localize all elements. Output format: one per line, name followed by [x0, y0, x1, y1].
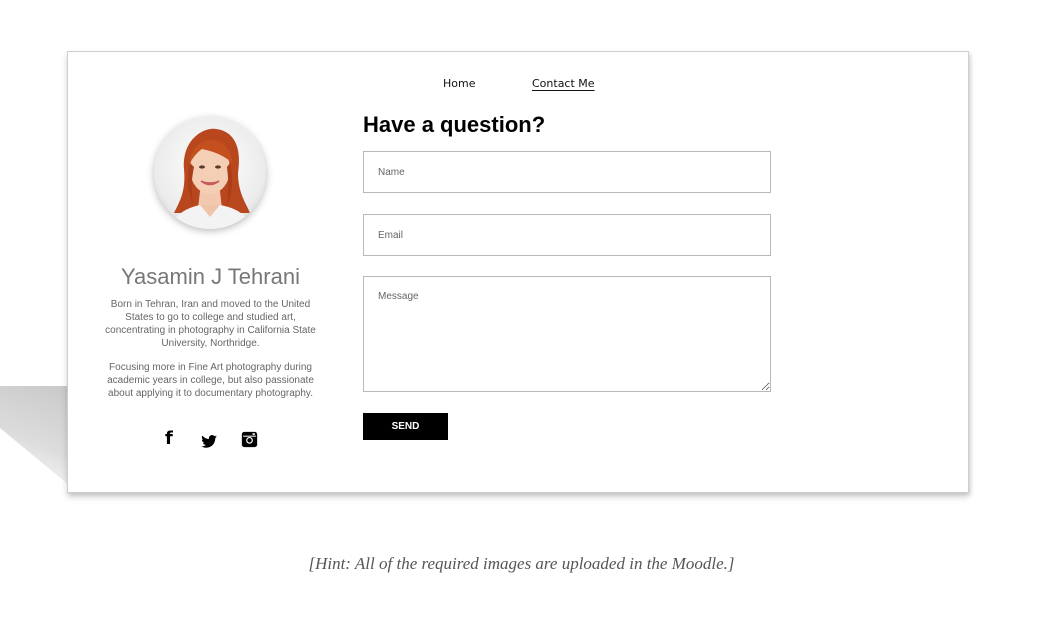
email-field[interactable] — [363, 214, 771, 256]
bio-paragraph-1: Born in Tehran, Iran and moved to the Un… — [105, 299, 316, 349]
bio-paragraph-2: Focusing more in Fine Art photography du… — [107, 362, 314, 399]
website-mockup: Home Contact Me Yasamin J Tehrani Born i… — [67, 51, 969, 493]
contact-heading: Have a question? — [363, 112, 546, 137]
send-button[interactable]: SEND — [363, 413, 448, 440]
nav-link-home[interactable]: Home — [443, 77, 475, 90]
message-field[interactable] — [363, 276, 771, 392]
name-field[interactable] — [363, 151, 771, 193]
profile-name: Yasamin J Tehrani — [121, 264, 300, 290]
nav-link-contact[interactable]: Contact Me — [532, 77, 595, 90]
avatar — [154, 117, 266, 229]
instagram-icon[interactable] — [241, 431, 258, 452]
twitter-icon[interactable] — [201, 433, 217, 452]
page-shadow — [0, 386, 70, 486]
facebook-icon[interactable]: f — [165, 428, 173, 449]
hint-caption: [Hint: All of the required images are up… — [308, 554, 735, 573]
